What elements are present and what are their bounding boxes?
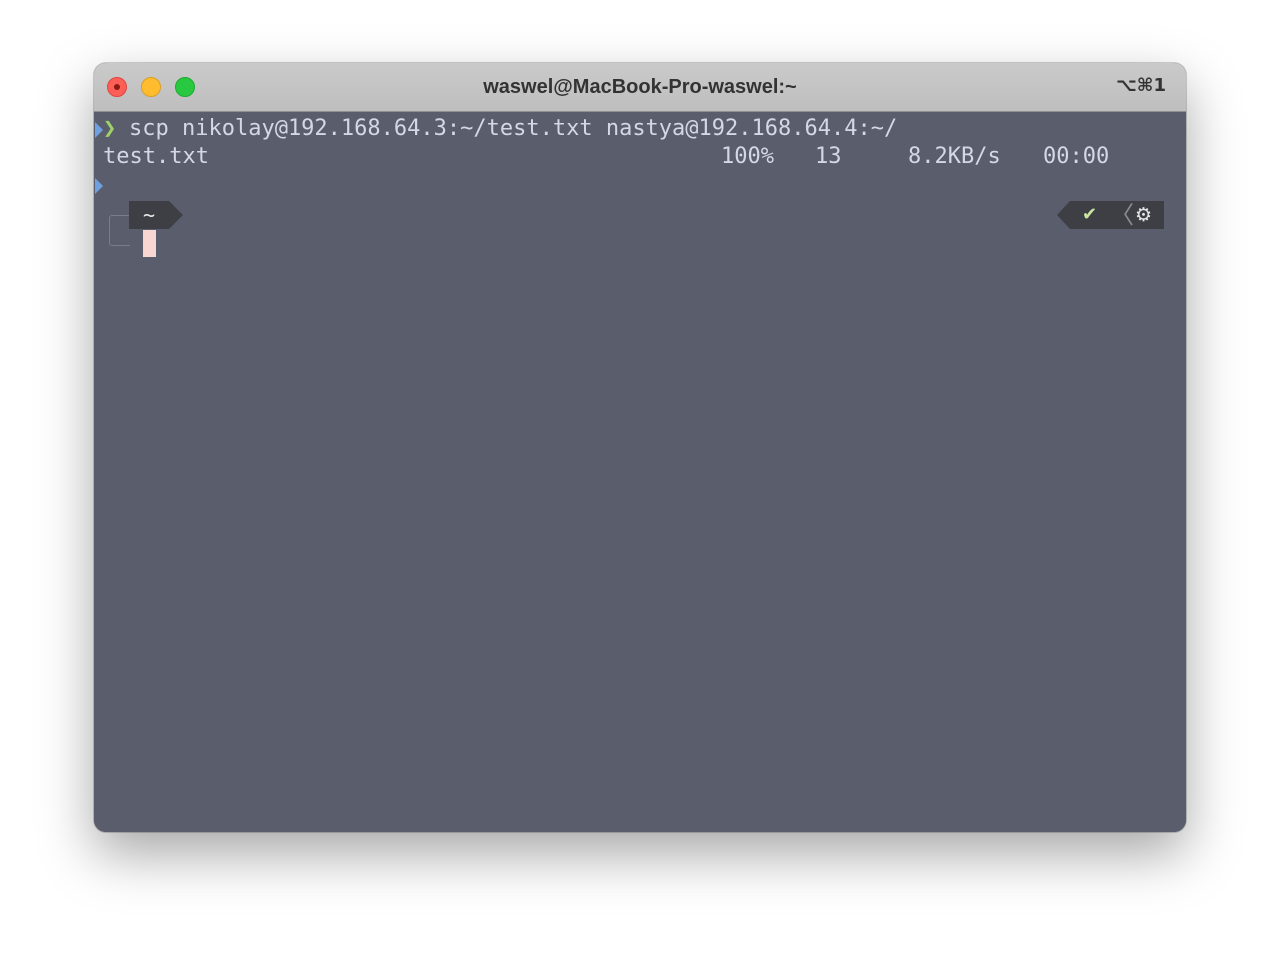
directory-segment-tip [169, 201, 183, 229]
transfer-filename: test.txt [103, 144, 209, 169]
title-bar[interactable]: waswel@MacBook-Pro-waswel:~ ⌥⌘1 [94, 63, 1186, 112]
transfer-percent: 100% [721, 144, 774, 169]
check-icon: ✔ [1082, 204, 1098, 225]
transfer-size: 13 [815, 144, 842, 169]
terminal-content[interactable]: ❯ scp nikolay@192.168.64.3:~/test.txt na… [94, 112, 1186, 832]
transfer-speed: 8.2KB/s [908, 144, 1001, 169]
prompt-marker-icon-2 [95, 178, 103, 194]
command-line: scp nikolay@192.168.64.3:~/test.txt nast… [129, 116, 898, 141]
separator-icon: 〈 [1110, 201, 1134, 229]
terminal-window: waswel@MacBook-Pro-waswel:~ ⌥⌘1 ❯ scp ni… [94, 63, 1186, 832]
gear-icon: ⚙ [1135, 204, 1153, 226]
window-title: waswel@MacBook-Pro-waswel:~ [483, 76, 797, 98]
text-cursor [143, 230, 156, 257]
transfer-eta: 00:00 [1043, 144, 1110, 169]
prompt-frame [109, 215, 130, 246]
directory-segment: ~ [129, 201, 169, 229]
prompt-arrow-icon [95, 122, 103, 138]
window-shortcut-label: ⌥⌘1 [1116, 75, 1166, 96]
prompt-chevron: ❯ [103, 116, 117, 141]
status-segment-tip [1057, 201, 1070, 229]
